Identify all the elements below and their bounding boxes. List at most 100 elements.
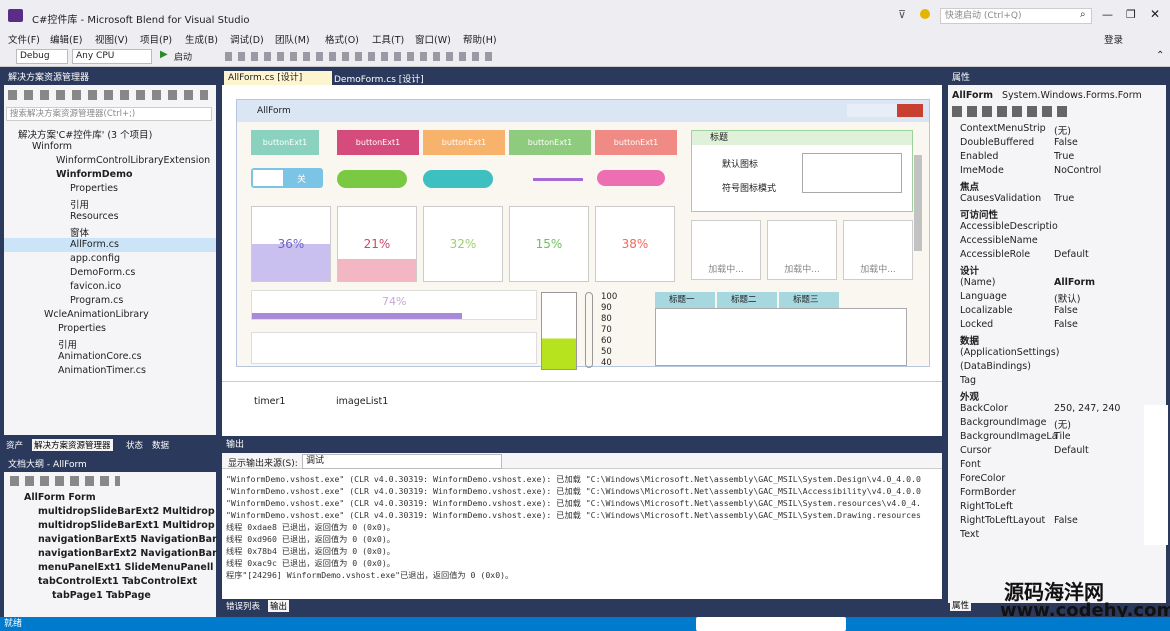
tree-demoform[interactable]: DemoForm.cs bbox=[70, 267, 135, 278]
tab-page-2[interactable]: 标题二 bbox=[717, 292, 777, 308]
tab-page-1[interactable]: 标题一 bbox=[655, 292, 715, 308]
property-row[interactable]: FormBorder bbox=[948, 487, 1158, 501]
solution-toolbar-icons[interactable] bbox=[8, 90, 208, 100]
tab-error-list[interactable]: 错误列表 bbox=[226, 600, 260, 612]
property-row[interactable]: (ApplicationSettings) bbox=[948, 347, 1158, 361]
menu-project[interactable]: 项目(P) bbox=[140, 32, 172, 46]
tree-allform[interactable]: AllForm.cs bbox=[70, 239, 119, 250]
property-value[interactable]: Default bbox=[1054, 249, 1089, 260]
login-link[interactable]: 登录 bbox=[1104, 32, 1123, 46]
menu-debug[interactable]: 调试(D) bbox=[230, 32, 264, 46]
close-button[interactable]: ✕ bbox=[1150, 7, 1160, 21]
menu-tools[interactable]: 工具(T) bbox=[372, 32, 404, 46]
tree-program[interactable]: Program.cs bbox=[70, 295, 123, 306]
property-value[interactable]: (无) bbox=[1054, 123, 1071, 137]
property-row[interactable]: Localizable False bbox=[948, 305, 1158, 319]
menu-window[interactable]: 窗口(W) bbox=[415, 32, 451, 46]
menu-view[interactable]: 视图(V) bbox=[95, 32, 128, 46]
property-row[interactable]: RightToLeft bbox=[948, 501, 1158, 515]
property-row[interactable]: Locked False bbox=[948, 319, 1158, 333]
button-ext[interactable]: buttonExt1 bbox=[337, 130, 419, 155]
tree-references[interactable]: 引用 bbox=[70, 197, 89, 211]
property-row[interactable]: CausesValidation True bbox=[948, 193, 1158, 207]
property-row[interactable]: DoubleBuffered False bbox=[948, 137, 1158, 151]
menu-team[interactable]: 团队(M) bbox=[275, 32, 310, 46]
property-value[interactable]: NoControl bbox=[1054, 165, 1101, 176]
property-row[interactable]: AccessibleDescriptio bbox=[948, 221, 1158, 235]
tree-resources[interactable]: Resources bbox=[70, 211, 119, 222]
tree-solution[interactable]: 解决方案'C#控件库' (3 个项目) bbox=[18, 127, 152, 141]
ime-toolbar[interactable] bbox=[696, 617, 846, 631]
property-category[interactable]: 可访问性 bbox=[948, 207, 1158, 221]
property-value[interactable]: 250, 247, 240 bbox=[1054, 403, 1120, 414]
tree-winform[interactable]: Winform bbox=[32, 141, 72, 152]
start-button[interactable]: 启动 bbox=[174, 50, 192, 63]
platform-select[interactable]: Any CPU bbox=[72, 49, 152, 64]
tab-assets[interactable]: 资产 bbox=[6, 439, 23, 451]
maximize-button[interactable]: ❐ bbox=[1126, 8, 1136, 21]
outline-item[interactable]: tabPage1 TabPage bbox=[52, 590, 151, 601]
property-value[interactable]: (默认) bbox=[1054, 291, 1080, 305]
tree-winformdemo[interactable]: WinformDemo bbox=[56, 169, 133, 180]
button-ext[interactable]: buttonExt1 bbox=[509, 130, 591, 155]
slider-purple[interactable] bbox=[533, 178, 583, 181]
toggle-cyan[interactable] bbox=[423, 170, 493, 188]
toggle-green[interactable] bbox=[337, 170, 407, 188]
solution-search-input[interactable]: 搜索解决方案资源管理器(Ctrl+;) bbox=[6, 107, 212, 121]
tab-solution-explorer[interactable]: 解决方案资源管理器 bbox=[32, 439, 113, 451]
tab-output[interactable]: 输出 bbox=[268, 600, 290, 612]
tree-forms[interactable]: 窗体 bbox=[70, 225, 89, 239]
property-value[interactable]: False bbox=[1054, 515, 1078, 526]
property-value[interactable]: False bbox=[1054, 319, 1078, 330]
tree-appconfig[interactable]: app.config bbox=[70, 253, 120, 264]
tray-timer[interactable]: timer1 bbox=[254, 396, 285, 407]
quick-launch-input[interactable]: 快速启动 (Ctrl+Q) bbox=[940, 8, 1092, 24]
tree-references2[interactable]: 引用 bbox=[58, 337, 77, 351]
output-source-select[interactable]: 调试 bbox=[302, 454, 502, 469]
notification-icon[interactable] bbox=[920, 9, 930, 19]
outline-item[interactable]: multidropSlideBarExt1 Multidrop bbox=[38, 520, 215, 531]
start-icon[interactable]: ▶ bbox=[160, 49, 168, 60]
outline-item[interactable]: AllForm Form bbox=[24, 492, 96, 503]
button-ext[interactable]: buttonExt1 bbox=[595, 130, 677, 155]
property-row[interactable]: AccessibleName bbox=[948, 235, 1158, 249]
menu-file[interactable]: 文件(F) bbox=[8, 32, 40, 46]
tab-properties[interactable]: 属性 bbox=[950, 599, 972, 611]
tab-page-3[interactable]: 标题三 bbox=[779, 292, 839, 308]
property-row[interactable]: ContextMenuStrip (无) bbox=[948, 123, 1158, 137]
allform-window[interactable]: AllForm buttonExt1 buttonExt1 buttonExt1… bbox=[236, 99, 930, 370]
property-row[interactable]: ForeColor bbox=[948, 473, 1158, 487]
switch-toggle[interactable]: 关 bbox=[251, 168, 323, 188]
menu-format[interactable]: 格式(O) bbox=[325, 32, 359, 46]
editor-tab-demoform[interactable]: DemoForm.cs [设计] bbox=[334, 72, 424, 85]
property-row[interactable]: BackgroundImageLa Tile bbox=[948, 431, 1158, 445]
property-category[interactable]: 数据 bbox=[948, 333, 1158, 347]
outline-toolbar-icons[interactable] bbox=[10, 476, 120, 486]
property-value[interactable]: True bbox=[1054, 193, 1074, 204]
layout-toolbar-icons[interactable] bbox=[225, 52, 495, 61]
tab-data[interactable]: 数据 bbox=[152, 439, 169, 451]
button-ext[interactable]: buttonExt1 bbox=[251, 130, 319, 155]
property-row[interactable]: BackgroundImage (无) bbox=[948, 417, 1158, 431]
checkbox-symbol-icon[interactable]: 符号图标模式 bbox=[722, 181, 776, 194]
property-row[interactable]: BackColor 250, 247, 240 bbox=[948, 403, 1158, 417]
tree-animtimer[interactable]: AnimationTimer.cs bbox=[58, 365, 146, 376]
properties-toolbar-icons[interactable] bbox=[952, 106, 1072, 117]
menu-edit[interactable]: 编辑(E) bbox=[50, 32, 82, 46]
property-value[interactable]: Tile bbox=[1054, 431, 1071, 442]
property-row[interactable]: Language (默认) bbox=[948, 291, 1158, 305]
property-row[interactable]: Text bbox=[948, 529, 1158, 543]
property-row[interactable]: Enabled True bbox=[948, 151, 1158, 165]
designer-vscroll[interactable] bbox=[914, 155, 922, 251]
editor-tab-allform[interactable]: AllForm.cs [设计] bbox=[224, 71, 332, 85]
filter-icon[interactable]: ⊽ bbox=[898, 8, 906, 21]
outline-item[interactable]: multidropSlideBarExt2 Multidrop bbox=[38, 506, 215, 517]
tree-properties2[interactable]: Properties bbox=[58, 323, 106, 334]
property-category[interactable]: 外观 bbox=[948, 389, 1158, 403]
tree-properties[interactable]: Properties bbox=[70, 183, 118, 194]
property-row[interactable]: (DataBindings) bbox=[948, 361, 1158, 375]
property-value[interactable]: (无) bbox=[1054, 417, 1071, 431]
outline-item[interactable]: tabControlExt1 TabControlExt bbox=[38, 576, 197, 587]
outline-item[interactable]: navigationBarExt5 NavigationBar bbox=[38, 534, 217, 545]
tab-states[interactable]: 状态 bbox=[126, 439, 143, 451]
